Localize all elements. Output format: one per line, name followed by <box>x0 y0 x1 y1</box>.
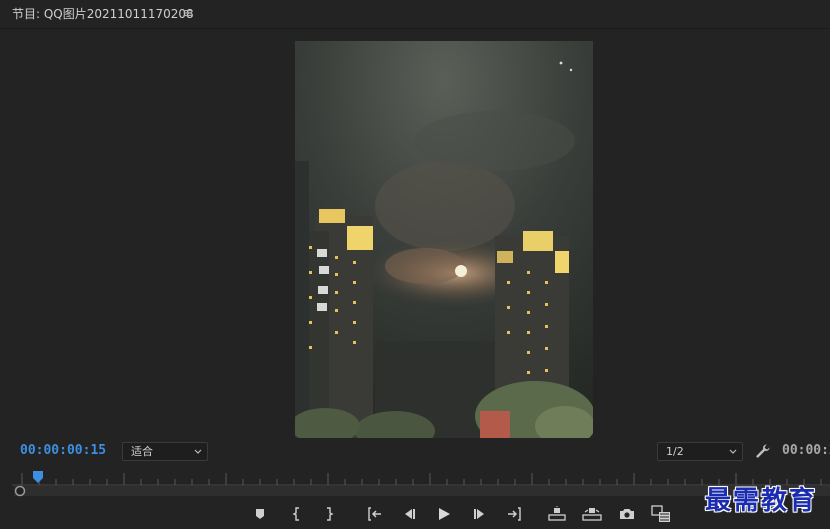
hamburger-menu-icon[interactable]: ≡ <box>182 0 193 28</box>
comparison-view-button[interactable] <box>650 503 672 525</box>
zoom-level-value: 适合 <box>131 445 153 458</box>
lift-icon <box>548 506 566 521</box>
zoom-level-dropdown[interactable]: 适合 <box>122 442 208 461</box>
extract-icon <box>582 508 602 521</box>
step-back-icon <box>405 509 415 519</box>
go-to-out-button[interactable] <box>503 503 525 525</box>
step-back-button[interactable] <box>398 503 420 525</box>
resolution-value: 1/2 <box>666 445 684 458</box>
panel-title[interactable]: 节目: QQ图片20211011170208 <box>12 0 194 28</box>
chevron-down-icon <box>729 449 737 454</box>
scrollbar-handle[interactable] <box>13 484 27 498</box>
step-forward-icon <box>474 509 484 519</box>
add-marker-button[interactable] <box>249 503 271 525</box>
program-monitor-header: 节目: QQ图片20211011170208 ≡ <box>0 0 830 29</box>
play-button[interactable] <box>433 503 455 525</box>
chevron-down-icon <box>194 449 202 454</box>
playhead-marker[interactable] <box>33 471 43 483</box>
go-to-in-button[interactable] <box>364 503 386 525</box>
night-city-image <box>295 41 593 438</box>
lift-button[interactable] <box>546 503 568 525</box>
go-to-out-icon <box>508 507 521 521</box>
playback-resolution-dropdown[interactable]: 1/2 <box>657 442 743 461</box>
mark-in-icon <box>292 507 299 521</box>
mark-out-icon <box>327 507 334 521</box>
go-to-in-icon <box>368 507 381 521</box>
play-icon <box>439 508 450 520</box>
step-forward-button[interactable] <box>469 503 491 525</box>
duration-timecode: 00:00:2 <box>782 443 830 458</box>
current-timecode[interactable]: 00:00:00:15 <box>20 443 106 458</box>
export-frame-button[interactable] <box>616 503 638 525</box>
extract-button[interactable] <box>581 503 603 525</box>
mark-in-button[interactable] <box>286 503 308 525</box>
wrench-icon[interactable] <box>755 443 771 459</box>
marker-icon <box>256 509 264 519</box>
comparison-view-icon <box>651 505 670 522</box>
program-video-preview[interactable] <box>295 41 593 438</box>
camera-icon <box>620 509 634 519</box>
mark-out-button[interactable] <box>318 503 340 525</box>
watermark-logo: 最需教育 <box>705 486 818 516</box>
